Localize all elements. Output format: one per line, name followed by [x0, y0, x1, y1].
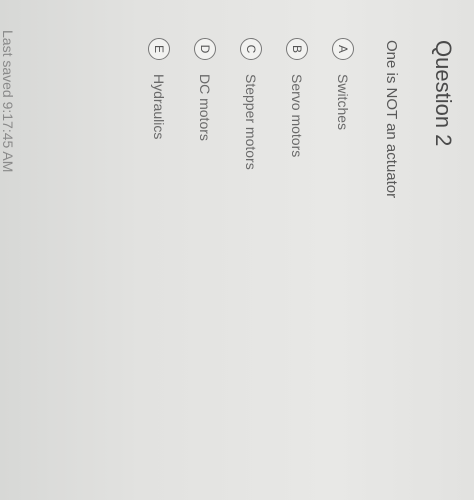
question-prompt: One is NOT an actuator: [383, 40, 400, 199]
option-label: Hydraulics: [151, 74, 167, 140]
option-letter-circle: C: [240, 38, 262, 60]
option-b[interactable]: B Servo motors: [284, 38, 310, 157]
option-label: DC motors: [197, 74, 213, 141]
option-a[interactable]: A Switches: [330, 38, 356, 130]
photo-background: Question 2 One is NOT an actuator A Swit…: [0, 0, 474, 500]
quiz-question-panel: Question 2 One is NOT an actuator A Swit…: [0, 0, 474, 500]
question-title: Question 2: [431, 40, 456, 147]
option-c[interactable]: C Stepper motors: [238, 38, 264, 170]
option-letter-circle: B: [286, 38, 308, 60]
option-letter-circle: D: [194, 38, 216, 60]
option-letter-circle: E: [148, 38, 170, 60]
option-label: Stepper motors: [243, 74, 259, 170]
option-label: Switches: [335, 74, 351, 131]
option-e[interactable]: E Hydraulics: [146, 38, 172, 139]
option-label: Servo motors: [289, 74, 305, 158]
option-letter-circle: A: [332, 38, 354, 60]
last-saved-status: Last saved 9:17:45 AM: [0, 30, 16, 173]
option-d[interactable]: D DC motors: [192, 38, 218, 141]
